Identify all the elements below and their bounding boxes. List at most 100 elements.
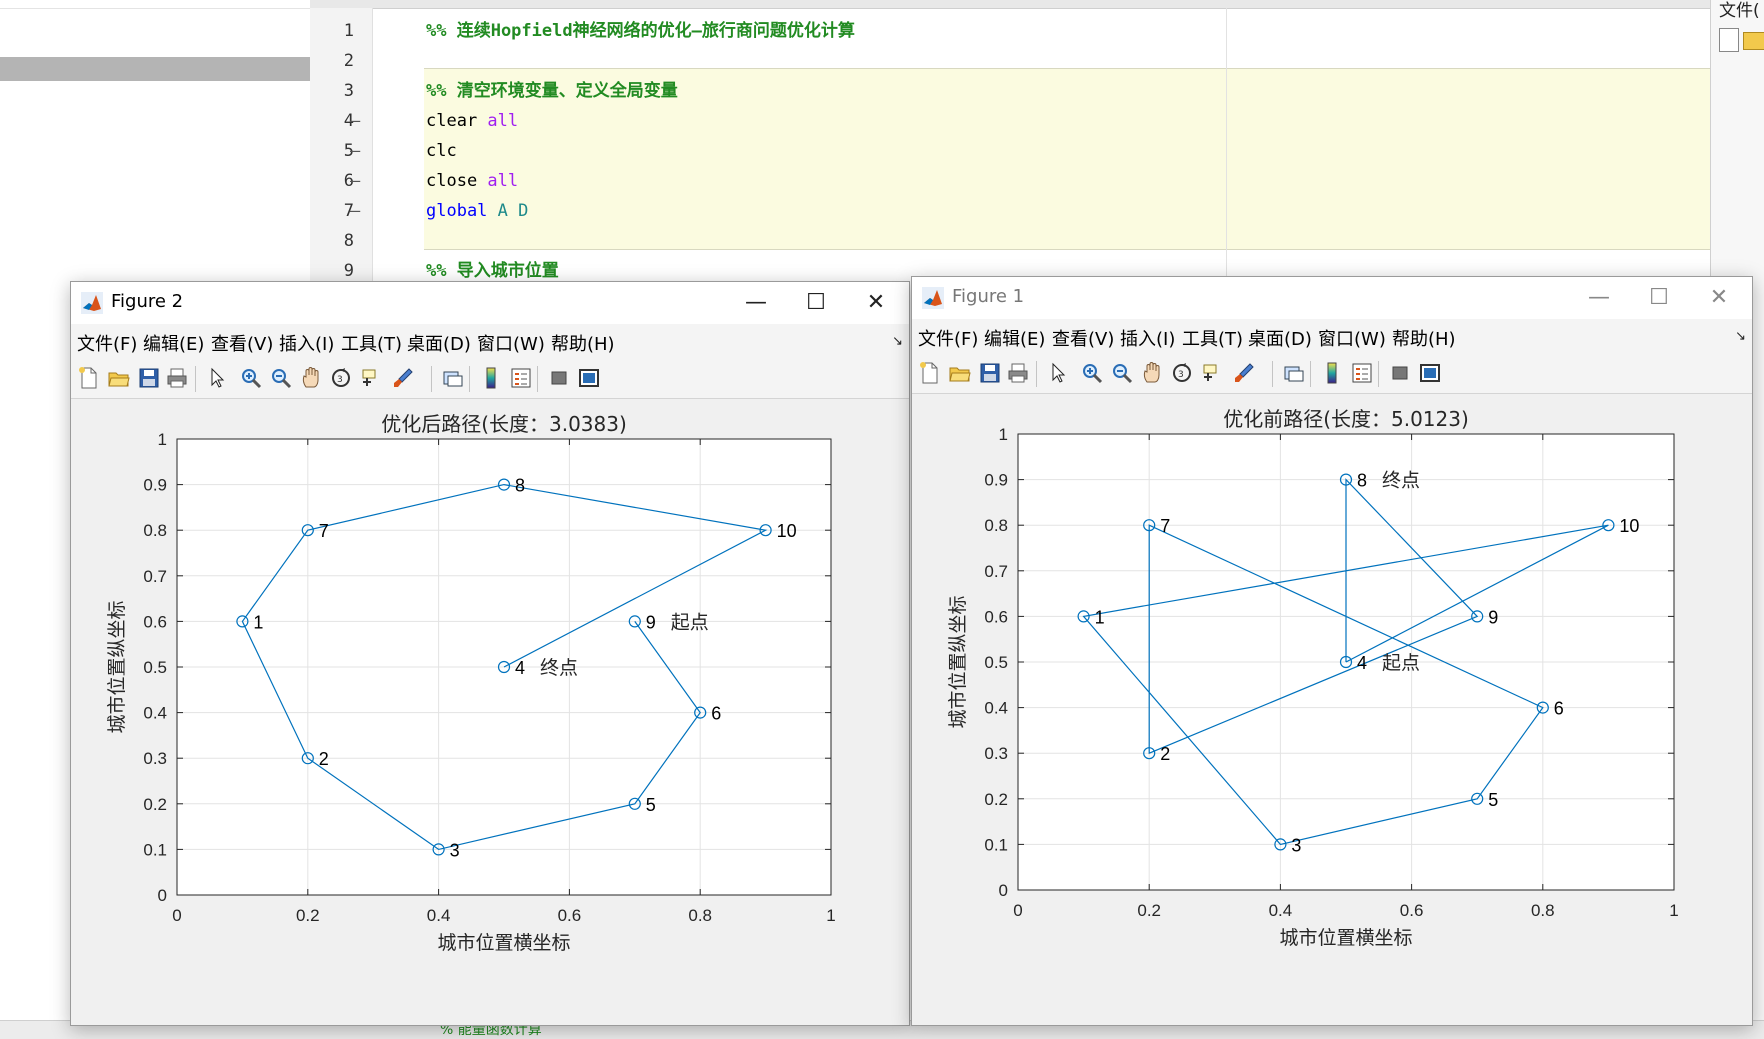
menu-item[interactable]: 插入(I) — [1120, 325, 1175, 351]
figure-2-toolbar: 3 — [71, 358, 909, 399]
city-label: 1 — [1095, 607, 1105, 627]
city-label: 9 — [1488, 607, 1498, 627]
x-tick-label: 0 — [172, 906, 181, 925]
open-folder-icon[interactable] — [948, 361, 972, 385]
brush-icon[interactable] — [1232, 361, 1256, 385]
toolbar-separator — [1310, 361, 1311, 387]
breakpoint-marker[interactable]: — — [350, 136, 360, 166]
menu-item[interactable]: 帮助(H) — [551, 330, 615, 356]
data-cursor-icon[interactable] — [359, 366, 383, 390]
menu-overflow-icon[interactable]: ↘ — [892, 334, 903, 349]
menu-item[interactable]: 窗口(W) — [477, 330, 545, 356]
minimize-icon[interactable]: — — [1574, 281, 1624, 315]
open-folder-icon[interactable] — [107, 366, 131, 390]
selected-file-row[interactable] — [0, 57, 310, 81]
zoom-out-icon[interactable] — [269, 366, 293, 390]
show-plot-tools-icon[interactable] — [1418, 361, 1442, 385]
code-line[interactable]: 3 %% 清空环境变量、定义全局变量 — [344, 76, 1702, 106]
save-icon[interactable] — [978, 361, 1002, 385]
menu-item[interactable]: 查看(V) — [1052, 325, 1114, 351]
link-plot-icon[interactable] — [1282, 361, 1306, 385]
menu-item[interactable]: 工具(T) — [341, 330, 402, 356]
colorbar-icon[interactable] — [1320, 361, 1344, 385]
menu-item[interactable]: 工具(T) — [1182, 325, 1243, 351]
menu-item[interactable]: 编辑(E) — [143, 330, 204, 356]
figure-1-titlebar[interactable]: Figure 1 — ☐ ✕ — [912, 277, 1752, 319]
figure-1-plot-area[interactable]: 0 0.2 0.4 0.6 0.8 1 0 0.1 0.2 0.3 0.4 0.5 0.6 0.7 0.8 0… — [912, 394, 1752, 1025]
close-icon[interactable]: ✕ — [851, 286, 901, 320]
save-icon[interactable] — [137, 366, 161, 390]
breakpoint-marker[interactable]: — — [350, 166, 360, 196]
code-line[interactable]: 1 %% 连续Hopfield神经网络的优化—旅行商问题优化计算 — [344, 16, 1702, 46]
code-line[interactable]: 6— close all — [344, 166, 1702, 196]
code-line[interactable]: 8 — [344, 226, 1702, 256]
new-file-icon[interactable] — [77, 366, 101, 390]
hide-plot-tools-icon[interactable] — [547, 366, 571, 390]
legend-icon[interactable] — [1350, 361, 1374, 385]
open-folder-icon[interactable] — [1743, 32, 1764, 50]
toolbar-separator — [431, 366, 432, 392]
toolbar-separator — [469, 366, 470, 392]
minimize-icon[interactable]: — — [731, 286, 781, 320]
menu-item[interactable]: 文件(F) — [918, 325, 978, 351]
rotate-3d-icon[interactable]: 3 — [1170, 361, 1194, 385]
figure-1-axes[interactable]: 0 0.2 0.4 0.6 0.8 100.10.20.30.40.50.60.70.80… — [912, 394, 1752, 1025]
menu-item[interactable]: 编辑(E) — [984, 325, 1045, 351]
figure-2-axes[interactable]: 0 0.2 0.4 0.6 0.8 100.10.20.30.40.50.60.70.80… — [71, 399, 909, 1025]
line-number: 3 — [343, 81, 354, 101]
print-icon[interactable] — [1006, 361, 1030, 385]
maximize-icon[interactable]: ☐ — [791, 286, 841, 320]
x-tick-label: 0.6 — [1400, 901, 1424, 920]
zoom-out-icon[interactable] — [1110, 361, 1134, 385]
breakpoint-marker[interactable]: — — [350, 196, 360, 226]
y-tick-label: 0.2 — [143, 795, 167, 814]
menu-overflow-icon[interactable]: ↘ — [1735, 329, 1746, 344]
menu-item[interactable]: 插入(I) — [279, 330, 334, 356]
maximize-icon[interactable]: ☐ — [1634, 281, 1684, 315]
code-line[interactable]: 7— global A D — [344, 196, 1702, 226]
figure-2-plot-area[interactable]: 0 0.2 0.4 0.6 0.8 1 0 0.1 0.2 0.3 0.4 0.5 0.6 0.7 0.8 0… — [71, 399, 909, 1025]
line-number: 5 — [343, 141, 354, 161]
breakpoint-marker[interactable]: — — [350, 106, 360, 136]
figure-2-window[interactable]: Figure 2 — ☐ ✕ 文件(F) 编辑(E) 查看(V) 插入(I) 工具(T)… — [70, 281, 910, 1026]
link-plot-icon[interactable] — [441, 366, 465, 390]
code-line[interactable]: 5— clc — [344, 136, 1702, 166]
toolbar-separator — [537, 366, 538, 392]
x-tick-label: 0.2 — [296, 906, 320, 925]
legend-icon[interactable] — [509, 366, 533, 390]
right-panel-label: 文件( — [1719, 1, 1760, 21]
y-tick-label: 0 — [158, 886, 167, 905]
menu-item[interactable]: 帮助(H) — [1392, 325, 1456, 351]
close-icon[interactable]: ✕ — [1694, 281, 1744, 315]
show-plot-tools-icon[interactable] — [577, 366, 601, 390]
code-text: global A D — [426, 196, 528, 226]
menu-item[interactable]: 桌面(D) — [1248, 325, 1312, 351]
menu-item[interactable]: 文件(F) — [77, 330, 137, 356]
figure-2-titlebar[interactable]: Figure 2 — ☐ ✕ — [71, 282, 909, 324]
menu-item[interactable]: 窗口(W) — [1318, 325, 1386, 351]
pan-hand-icon[interactable] — [1140, 361, 1164, 385]
pan-hand-icon[interactable] — [299, 366, 323, 390]
data-cursor-icon[interactable] — [1200, 361, 1224, 385]
colorbar-icon[interactable] — [479, 366, 503, 390]
print-icon[interactable] — [165, 366, 189, 390]
zoom-in-icon[interactable] — [1080, 361, 1104, 385]
code-line[interactable]: 4— clear all — [344, 106, 1702, 136]
zoom-in-icon[interactable] — [239, 366, 263, 390]
city-label: 10 — [777, 521, 797, 541]
code-token: %% 导入城市位置 — [426, 261, 559, 281]
pointer-icon[interactable] — [1046, 361, 1070, 385]
code-line[interactable]: 2 — [344, 46, 1702, 76]
new-file-icon[interactable] — [1719, 28, 1739, 52]
hide-plot-tools-icon[interactable] — [1388, 361, 1412, 385]
rotate-3d-icon[interactable]: 3 — [329, 366, 353, 390]
line-number: 4 — [343, 111, 354, 131]
menu-item[interactable]: 查看(V) — [211, 330, 273, 356]
code-token: clc — [426, 141, 457, 161]
brush-icon[interactable] — [391, 366, 415, 390]
y-tick-label: 0.1 — [143, 840, 167, 859]
menu-item[interactable]: 桌面(D) — [407, 330, 471, 356]
new-file-icon[interactable] — [918, 361, 942, 385]
figure-1-window[interactable]: Figure 1 — ☐ ✕ 文件(F) 编辑(E) 查看(V) 插入(I) 工具(T)… — [911, 276, 1753, 1026]
pointer-icon[interactable] — [205, 366, 229, 390]
